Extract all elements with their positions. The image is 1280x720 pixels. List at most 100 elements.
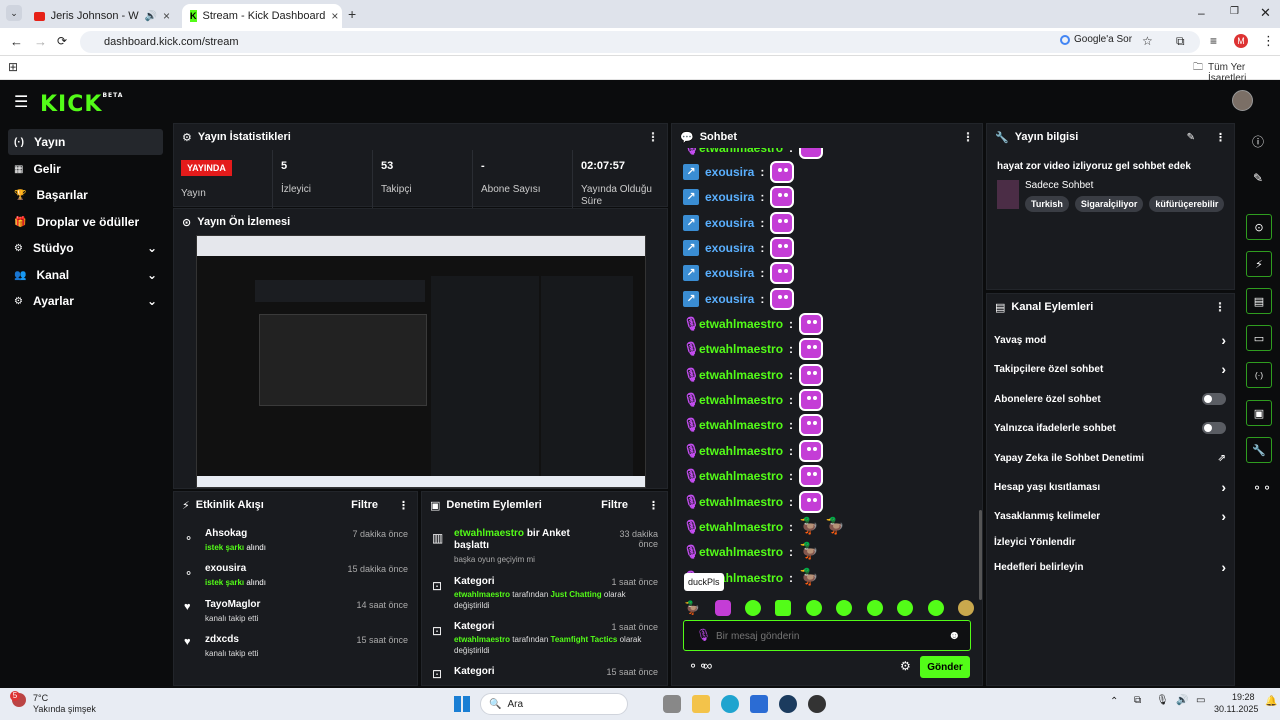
tab-youtube[interactable]: Jeris Johnson - When The D 🔊 × — [26, 4, 178, 28]
chat-icon[interactable]: ▭ — [1246, 325, 1272, 351]
taskbar-search[interactable]: 🔍 Ara — [480, 693, 628, 715]
emote-icon[interactable] — [714, 600, 731, 616]
more-options-icon[interactable]: ⋮ — [648, 499, 659, 512]
focus-icon[interactable]: ⊙ — [1246, 214, 1272, 240]
sidebar-item-basarilar[interactable]: 🏆 Başarılar — [8, 182, 163, 208]
chat-username[interactable]: etwahlmaestro — [699, 469, 783, 483]
more-options-icon[interactable]: ⋮ — [962, 130, 974, 144]
broadcast-icon[interactable]: (·) — [1246, 362, 1272, 388]
emote-icon[interactable] — [775, 600, 792, 616]
star-icon[interactable]: ☆ — [1142, 34, 1153, 48]
media-icon[interactable]: ≡ — [1210, 34, 1217, 48]
tab-list-button[interactable]: ⌄ — [6, 5, 22, 21]
chat-username[interactable]: exousira — [705, 241, 754, 255]
chat-username[interactable]: exousira — [705, 292, 754, 306]
google-lens-button[interactable]: Google'a Sor — [1060, 34, 1132, 45]
emote-icon[interactable] — [897, 600, 914, 616]
new-tab-button[interactable]: + — [348, 6, 356, 22]
hamburger-menu-icon[interactable]: ☰ — [14, 92, 28, 112]
clock-time[interactable]: 19:28 — [1232, 692, 1255, 702]
more-options-icon[interactable]: ⋮ — [398, 499, 409, 512]
action-slow-mode[interactable]: Yavaş mod › — [986, 328, 1234, 352]
chat-input-box[interactable]: 🎙 ☻ — [683, 620, 971, 651]
moderation-icon[interactable]: ▣ — [1246, 400, 1272, 426]
back-icon[interactable]: ← — [10, 34, 23, 49]
microphone-icon[interactable]: 🎙 — [1156, 695, 1169, 706]
profile-avatar[interactable]: M — [1234, 34, 1248, 48]
emote-icon[interactable] — [805, 600, 822, 616]
filter-button[interactable]: Filtre — [351, 499, 378, 511]
chat-username[interactable]: etwahlmaestro — [699, 317, 783, 331]
emoji-picker-icon[interactable]: ☻ — [948, 628, 961, 642]
edit-layout-icon[interactable]: ✎ — [1253, 171, 1263, 185]
chat-username[interactable]: etwahlmaestro — [699, 393, 783, 407]
tray-chevron-icon[interactable]: ⌃ — [1110, 696, 1118, 707]
chat-username[interactable]: etwahlmaestro — [699, 444, 783, 458]
more-options-icon[interactable]: ⋮ — [647, 130, 659, 144]
chat-username[interactable]: exousira — [705, 165, 754, 179]
emote-icon[interactable] — [745, 600, 762, 616]
action-banned-words[interactable]: Yasaklanmış kelimeler › — [986, 504, 1234, 528]
emote-only-toggle[interactable] — [1202, 422, 1226, 434]
sidebar-item-yayin[interactable]: (·) Yayın — [8, 129, 163, 155]
notifications-icon[interactable]: 🔔 — [1265, 696, 1277, 707]
chat-username[interactable]: etwahlmaestro — [699, 520, 783, 534]
extensions-icon[interactable]: ⧉ — [1176, 34, 1185, 49]
infinity-icon[interactable]: ∞ — [703, 658, 712, 673]
edge-icon[interactable] — [721, 695, 739, 713]
close-window-icon[interactable]: ✕ — [1260, 5, 1271, 21]
weather-text[interactable]: Yakında şimşek — [33, 704, 96, 714]
user-avatar[interactable] — [1232, 90, 1253, 111]
menu-icon[interactable]: ⋮ — [1262, 33, 1275, 49]
tab-kick[interactable]: K Stream - Kick Dashboard × — [182, 4, 342, 28]
maximize-icon[interactable]: ❐ — [1230, 6, 1239, 17]
steam-icon[interactable] — [779, 695, 797, 713]
chat-username[interactable]: etwahlmaestro — [699, 368, 783, 382]
chat-username[interactable]: etwahlmaestro — [699, 545, 783, 559]
chat-settings-icon[interactable]: ⚙ — [900, 659, 911, 673]
apps-icon[interactable]: ⊞ — [8, 60, 18, 74]
chat-username[interactable]: etwahlmaestro — [699, 148, 783, 155]
chat-username[interactable]: etwahlmaestro — [699, 418, 783, 432]
more-options-icon[interactable]: ⋮ — [1215, 131, 1226, 144]
emote-icon[interactable] — [866, 600, 883, 616]
volume-icon[interactable]: 🔊 — [1176, 695, 1188, 706]
emote-icon[interactable] — [927, 600, 944, 616]
action-set-goals[interactable]: Hedefleri belirleyin › — [986, 555, 1234, 579]
emote-icon[interactable] — [957, 600, 974, 616]
chat-username[interactable]: exousira — [705, 266, 754, 280]
action-ai-moderation[interactable]: Yapay Zeka ile Sohbet Denetimi ⇗ — [986, 446, 1234, 470]
sidebar-item-kanal[interactable]: 👥 Kanal ⌄ — [8, 262, 163, 288]
weather-temp[interactable]: 7°C — [33, 693, 48, 703]
reload-icon[interactable]: ⟳ — [57, 34, 67, 48]
duck-emote-icon[interactable]: 🦆 — [684, 600, 700, 616]
info-icon[interactable]: ⓘ — [1252, 133, 1264, 150]
edit-icon[interactable]: ✎ — [1187, 132, 1195, 143]
category-name[interactable]: Sadece Sohbet — [1025, 180, 1093, 191]
close-tab-icon[interactable]: × — [163, 9, 170, 23]
clipboard-icon[interactable]: ▤ — [1246, 288, 1272, 314]
battery-icon[interactable]: ▭ — [1196, 695, 1205, 706]
store-icon[interactable] — [750, 695, 768, 713]
chrome-icon[interactable] — [808, 695, 826, 713]
kick-logo[interactable]: KICKBETA — [40, 92, 123, 117]
url-field[interactable]: dashboard.kick.com/stream — [80, 31, 1200, 53]
action-account-age[interactable]: Hesap yaşı kısıtlaması › — [986, 475, 1234, 499]
sidebar-item-ayarlar[interactable]: ⚙ Ayarlar ⌄ — [8, 288, 163, 314]
windows-start-icon[interactable] — [454, 696, 470, 712]
kick-points-icon[interactable]: ⚬⚬ — [1252, 481, 1272, 495]
subs-only-toggle[interactable] — [1202, 393, 1226, 405]
lightning-icon[interactable]: ⚡ — [1246, 251, 1272, 277]
send-button[interactable]: Gönder — [920, 656, 970, 678]
action-followers-only[interactable]: Takipçilere özel sohbet › — [986, 357, 1234, 381]
sidebar-item-droplar[interactable]: 🎁 Droplar ve ödüller — [8, 209, 163, 235]
chat-username[interactable]: exousira — [705, 190, 754, 204]
emote-icon[interactable] — [836, 600, 853, 616]
minimize-icon[interactable]: – — [1198, 6, 1205, 20]
sidebar-item-gelir[interactable]: ▦ Gelir — [8, 156, 163, 182]
filter-button[interactable]: Filtre — [601, 499, 628, 511]
forward-icon[interactable]: → — [34, 34, 47, 49]
wrench-icon[interactable]: 🔧 — [1246, 437, 1272, 463]
chat-username[interactable]: etwahlmaestro — [699, 342, 783, 356]
widgets-icon[interactable] — [663, 695, 681, 713]
